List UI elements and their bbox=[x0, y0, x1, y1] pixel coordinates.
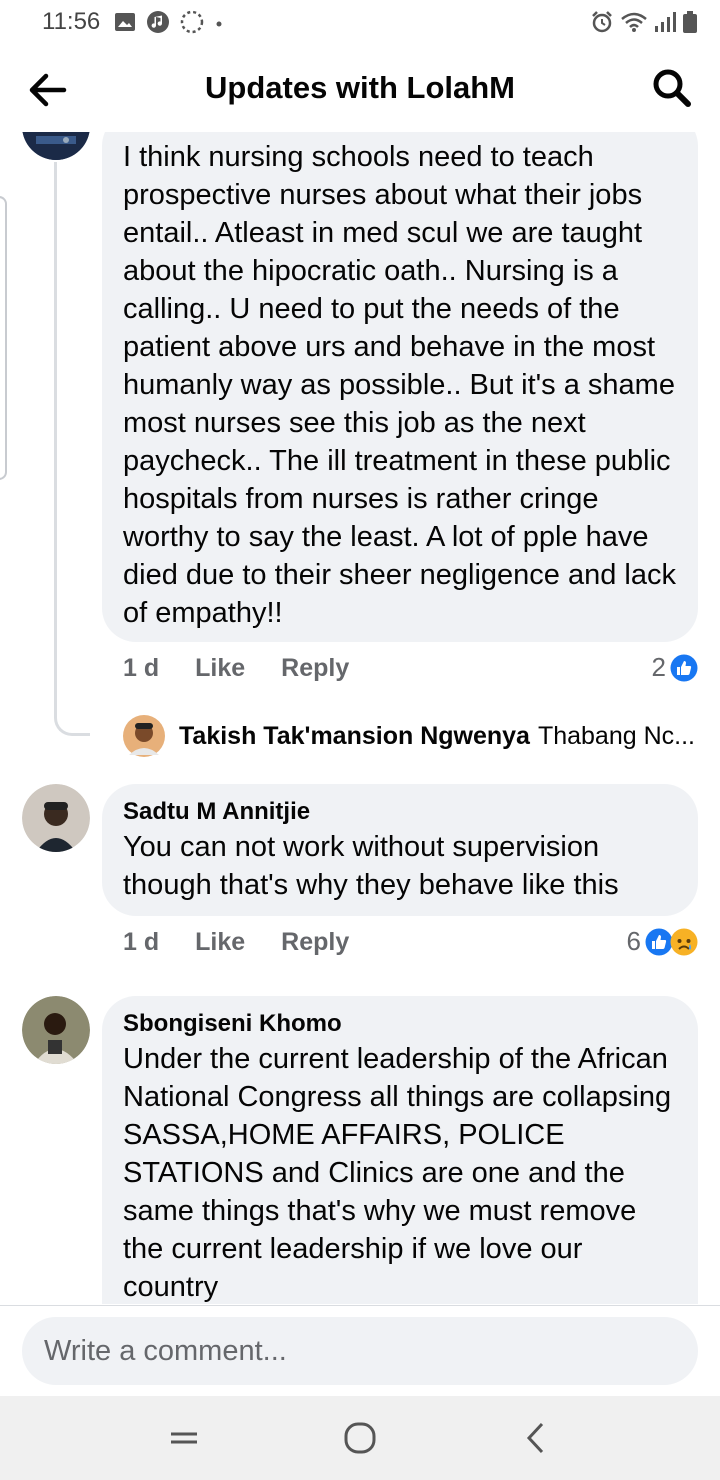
reply-text: Thabang Nc... bbox=[537, 721, 695, 750]
thread-connector bbox=[54, 162, 90, 736]
avatar[interactable] bbox=[22, 996, 90, 1064]
alarm-icon bbox=[592, 11, 612, 33]
like-icon bbox=[670, 654, 698, 681]
status-bar: 11:56 bbox=[0, 0, 720, 44]
comment-list: I think nursing schools need to teach pr… bbox=[0, 132, 720, 1304]
comment-time: 1 d bbox=[123, 654, 160, 682]
comment-time: 1 d bbox=[123, 928, 160, 956]
like-button[interactable]: Like bbox=[195, 928, 245, 957]
loading-icon bbox=[181, 10, 204, 34]
home-button[interactable] bbox=[330, 1408, 390, 1468]
chevron-left-icon bbox=[526, 1422, 544, 1454]
search-button[interactable] bbox=[650, 66, 694, 110]
system-icons bbox=[590, 10, 698, 34]
dot-icon bbox=[216, 21, 222, 27]
music-icon bbox=[147, 11, 170, 33]
reply-button[interactable]: Reply bbox=[281, 654, 349, 683]
wifi-icon bbox=[621, 12, 647, 32]
comment-text: Under the current leadership of the Afri… bbox=[123, 1043, 672, 1303]
home-icon bbox=[344, 1422, 376, 1454]
recent-apps-icon bbox=[171, 1432, 197, 1444]
reaction-count: 6 bbox=[626, 926, 641, 956]
comment-input[interactable]: Write a comment... bbox=[22, 1317, 698, 1385]
recent-apps-button[interactable] bbox=[154, 1408, 214, 1468]
comment-text: I think nursing schools need to teach pr… bbox=[123, 141, 676, 629]
comment-bubble[interactable]: Sadtu M Annitjie You can not work withou… bbox=[102, 784, 698, 916]
comment-bubble[interactable]: Sbongiseni Khomo Under the current leade… bbox=[102, 996, 698, 1304]
system-back-button[interactable] bbox=[506, 1408, 566, 1468]
reply-author: Takish Tak'mansion Ngwenya bbox=[179, 721, 530, 750]
reaction-summary[interactable]: 2 bbox=[652, 652, 698, 683]
comment-author[interactable]: Sbongiseni Khomo bbox=[123, 1010, 678, 1038]
reaction-summary[interactable]: 6 bbox=[627, 926, 698, 957]
battery-icon bbox=[683, 11, 697, 33]
gallery-icon bbox=[115, 13, 136, 31]
like-icon bbox=[645, 928, 673, 955]
sad-icon bbox=[670, 928, 698, 955]
avatar bbox=[123, 715, 165, 757]
comment-author[interactable]: Sadtu M Annitjie bbox=[123, 798, 678, 826]
back-arrow-icon bbox=[29, 73, 67, 107]
avatar[interactable] bbox=[22, 132, 90, 160]
comment-composer: Write a comment... bbox=[0, 1305, 720, 1396]
reaction-count: 2 bbox=[651, 652, 666, 682]
reply-button[interactable]: Reply bbox=[281, 928, 349, 957]
top-app-bar: Updates with LolahM bbox=[0, 44, 720, 132]
comment-actions: 1 d Like Reply bbox=[123, 654, 349, 683]
system-navigation-bar bbox=[0, 1396, 720, 1480]
search-icon bbox=[653, 69, 691, 107]
comment-actions: 1 d Like Reply bbox=[123, 928, 349, 957]
page-title: Updates with LolahM bbox=[205, 70, 515, 105]
comment-text: You can not work without supervision tho… bbox=[123, 831, 619, 901]
avatar[interactable] bbox=[22, 784, 90, 852]
reply-preview[interactable]: Takish Tak'mansion Ngwenya Thabang Nc... bbox=[123, 714, 703, 758]
like-button[interactable]: Like bbox=[195, 654, 245, 683]
comment-bubble[interactable]: I think nursing schools need to teach pr… bbox=[102, 132, 698, 642]
signal-icon bbox=[655, 12, 676, 32]
back-button[interactable] bbox=[26, 68, 70, 112]
scroll-edge-handle[interactable] bbox=[0, 196, 7, 480]
status-time: 11:56 bbox=[42, 8, 101, 35]
notification-icons bbox=[114, 10, 224, 34]
